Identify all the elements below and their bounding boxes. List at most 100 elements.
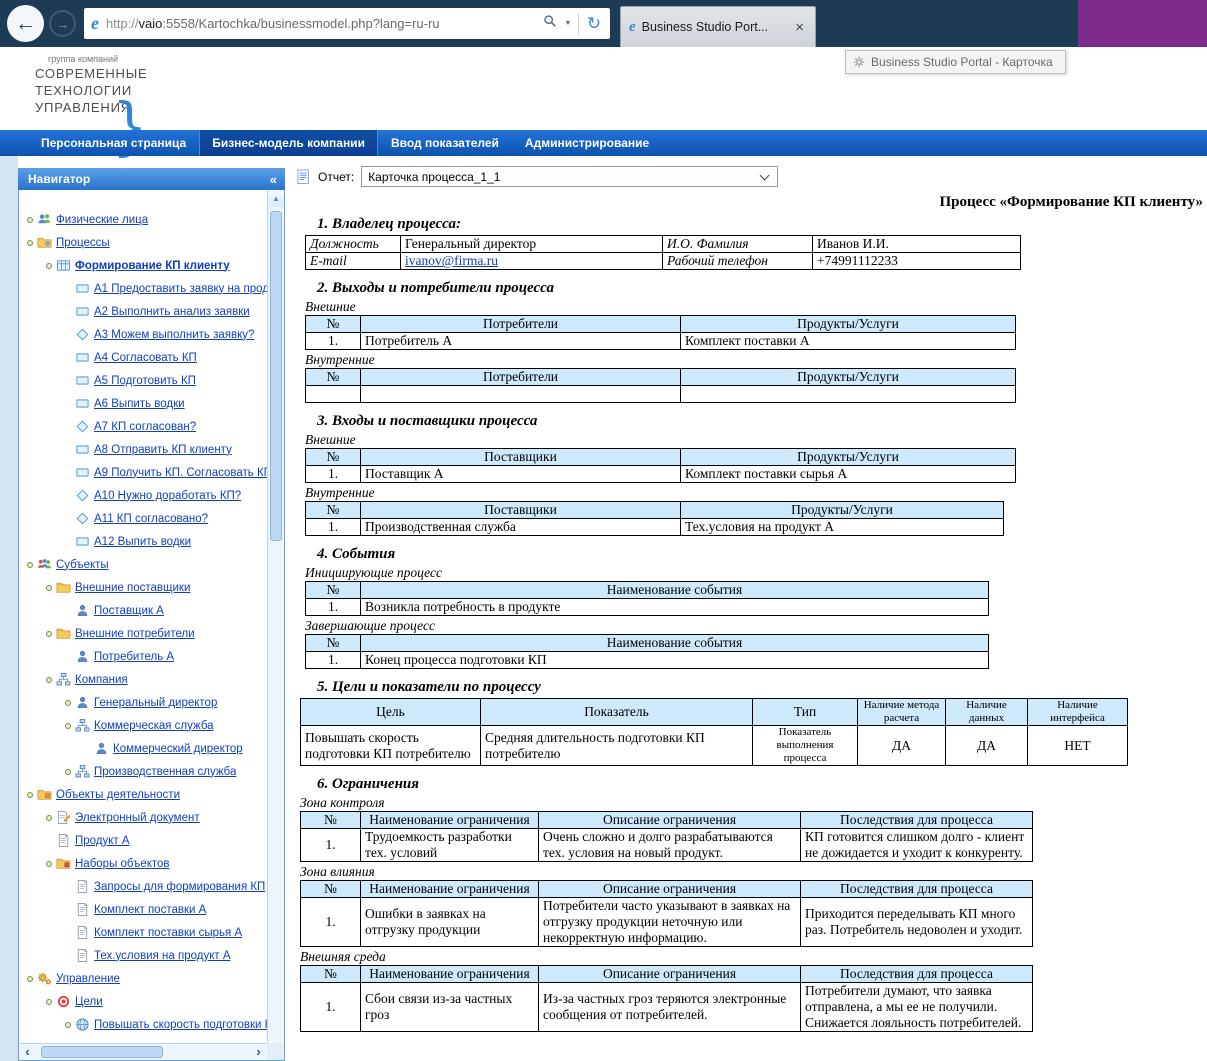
tree-item-label[interactable]: А12 Выпить водки xyxy=(94,536,191,548)
tree-item[interactable]: А2 Выполнить анализ заявки xyxy=(19,300,267,323)
tree-item[interactable]: Цели xyxy=(19,990,267,1013)
tree-item[interactable]: Внешние поставщики xyxy=(19,576,267,599)
tree-item[interactable]: А7 КП согласован? xyxy=(19,415,267,438)
url-text[interactable]: http://vaio:5558/Kartochka/businessmodel… xyxy=(106,16,539,31)
tree-item[interactable]: Потребитель А xyxy=(19,645,267,668)
tree-item[interactable]: Наборы объектов xyxy=(19,852,267,875)
browser-forward-button[interactable]: → xyxy=(49,10,76,37)
tree-item[interactable]: Производственная служба xyxy=(19,760,267,783)
expand-dot-icon[interactable] xyxy=(65,700,71,706)
tree-item[interactable]: А11 КП согласовано? xyxy=(19,507,267,530)
tree-item[interactable]: А5 Подготовить КП xyxy=(19,369,267,392)
tree-item[interactable]: Электронный документ xyxy=(19,806,267,829)
expand-dot-icon[interactable] xyxy=(65,1022,71,1028)
tree-item[interactable]: А12 Выпить водки xyxy=(19,530,267,553)
tree-item[interactable]: А10 Нужно доработать КП? xyxy=(19,484,267,507)
tree-item-label[interactable]: А6 Выпить водки xyxy=(94,398,185,410)
expand-dot-icon[interactable] xyxy=(27,217,33,223)
tree-item[interactable]: Повышать скорость подготовки К xyxy=(19,1013,267,1036)
expand-dot-icon[interactable] xyxy=(27,240,33,246)
browser-tab[interactable]: e Business Studio Port... × xyxy=(620,6,816,47)
tree-item[interactable]: А8 Отправить КП клиенту xyxy=(19,438,267,461)
tree-item-label[interactable]: А9 Получить КП. Согласовать КП xyxy=(94,467,267,479)
tree-item-label[interactable]: Субъекты xyxy=(56,559,109,571)
tree-item[interactable]: Поставщик А xyxy=(19,599,267,622)
expand-dot-icon[interactable] xyxy=(46,263,52,269)
tree-item[interactable]: Объекты деятельности xyxy=(19,783,267,806)
tree-item[interactable]: А6 Выпить водки xyxy=(19,392,267,415)
tree-item[interactable]: Продукт А xyxy=(19,829,267,852)
tree-item[interactable]: Процессы xyxy=(19,231,267,254)
chevron-right-icon[interactable]: › xyxy=(250,1044,267,1060)
tree-item-label[interactable]: А4 Согласовать КП xyxy=(94,352,197,364)
report-select[interactable]: Карточка процесса_1_1 xyxy=(361,166,778,187)
tree-item-label[interactable]: Комплект поставки сырья А xyxy=(94,927,242,939)
nav-tab-1[interactable]: Бизнес-модель компании xyxy=(199,130,378,156)
tree-item-label[interactable]: Поставщик А xyxy=(94,605,164,617)
tree-item-label[interactable]: А10 Нужно доработать КП? xyxy=(94,490,241,502)
expand-dot-icon[interactable] xyxy=(46,677,52,683)
nav-tab-2[interactable]: Ввод показателей xyxy=(378,130,512,156)
tree-item[interactable]: А3 Можем выполнить заявку? xyxy=(19,323,267,346)
refresh-icon[interactable]: ↻ xyxy=(582,14,606,34)
tree-item[interactable]: Комплект поставки сырья А xyxy=(19,921,267,944)
chevron-down-icon[interactable]: ▼ xyxy=(561,20,575,27)
tree-item-label[interactable]: Производственная служба xyxy=(94,766,236,778)
tree-item-label[interactable]: Электронный документ xyxy=(75,812,200,824)
tree-item-label[interactable]: Цели xyxy=(75,996,103,1008)
tree-item-label[interactable]: Физические лица xyxy=(56,214,148,226)
vertical-scrollbar[interactable]: ▲ xyxy=(267,190,284,1043)
tree-item-label[interactable]: Генеральный директор xyxy=(94,697,217,709)
tree-item[interactable]: Внешние потребители xyxy=(19,622,267,645)
nav-tab-0[interactable]: Персональная страница xyxy=(28,130,199,156)
address-bar[interactable]: e http://vaio:5558/Kartochka/businessmod… xyxy=(84,8,610,39)
tree-item-label[interactable]: Коммерческий директор xyxy=(113,743,243,755)
tree-item-label[interactable]: А3 Можем выполнить заявку? xyxy=(94,329,254,341)
expand-dot-icon[interactable] xyxy=(65,723,71,729)
tree-item-label[interactable]: Управление xyxy=(56,973,120,985)
horizontal-scrollbar[interactable]: ‹ › xyxy=(19,1043,267,1060)
tree-item[interactable]: Компания xyxy=(19,668,267,691)
tree-item-label[interactable]: Тех.условия на продукт А xyxy=(94,950,231,962)
tree-item-label[interactable]: А1 Предоставить заявку на прод xyxy=(94,283,267,295)
tree-item-label[interactable]: А7 КП согласован? xyxy=(94,421,196,433)
vertical-scroll-thumb[interactable] xyxy=(270,211,282,541)
expand-dot-icon[interactable] xyxy=(46,999,52,1005)
tree-item[interactable]: Физические лица xyxy=(19,208,267,231)
tree-item[interactable]: Генеральный директор xyxy=(19,691,267,714)
expand-dot-icon[interactable] xyxy=(27,792,33,798)
tree-item-label[interactable]: Запросы для формирования КП xyxy=(94,881,265,893)
horizontal-scroll-thumb[interactable] xyxy=(41,1046,163,1058)
chevron-left-icon[interactable]: ‹ xyxy=(19,1044,36,1060)
tree-item[interactable]: Коммерческий директор xyxy=(19,737,267,760)
tree-item[interactable]: А1 Предоставить заявку на прод xyxy=(19,277,267,300)
expand-dot-icon[interactable] xyxy=(46,815,52,821)
tree-item-label[interactable]: Объекты деятельности xyxy=(56,789,180,801)
nav-tab-3[interactable]: Администрирование xyxy=(512,130,662,156)
expand-dot-icon[interactable] xyxy=(27,562,33,568)
tree-item[interactable]: А9 Получить КП. Согласовать КП xyxy=(19,461,267,484)
tree-item-label[interactable]: А8 Отправить КП клиенту xyxy=(94,444,232,456)
expand-dot-icon[interactable] xyxy=(46,631,52,637)
browser-back-button[interactable]: ← xyxy=(7,5,44,42)
tree-item-label[interactable]: Внешние поставщики xyxy=(75,582,190,594)
tree-item-label[interactable]: Наборы объектов xyxy=(75,858,170,870)
email-link[interactable]: ivanov@firma.ru xyxy=(405,253,498,268)
tree-item-label[interactable]: Коммерческая служба xyxy=(94,720,214,732)
expand-dot-icon[interactable] xyxy=(65,769,71,775)
expand-dot-icon[interactable] xyxy=(46,585,52,591)
tree-item-label[interactable]: Продукт А xyxy=(75,835,130,847)
tree-item-label[interactable]: Повышать скорость подготовки К xyxy=(94,1019,267,1031)
tree-item-label[interactable]: Формирование КП клиенту xyxy=(75,260,230,272)
tree-item[interactable]: А4 Согласовать КП xyxy=(19,346,267,369)
tree-item[interactable]: Субъекты xyxy=(19,553,267,576)
tree-item[interactable]: Коммерческая служба xyxy=(19,714,267,737)
tree-item-label[interactable]: Потребитель А xyxy=(94,651,174,663)
tree-item[interactable]: Управление xyxy=(19,967,267,990)
search-icon[interactable] xyxy=(539,14,561,33)
tree-item[interactable]: Формирование КП клиенту xyxy=(19,254,267,277)
tree-item[interactable]: Тех.условия на продукт А xyxy=(19,944,267,967)
tree-item-label[interactable]: Компания xyxy=(75,674,128,686)
scroll-up-icon[interactable]: ▲ xyxy=(268,190,284,207)
tree-item-label[interactable]: Процессы xyxy=(56,237,110,249)
